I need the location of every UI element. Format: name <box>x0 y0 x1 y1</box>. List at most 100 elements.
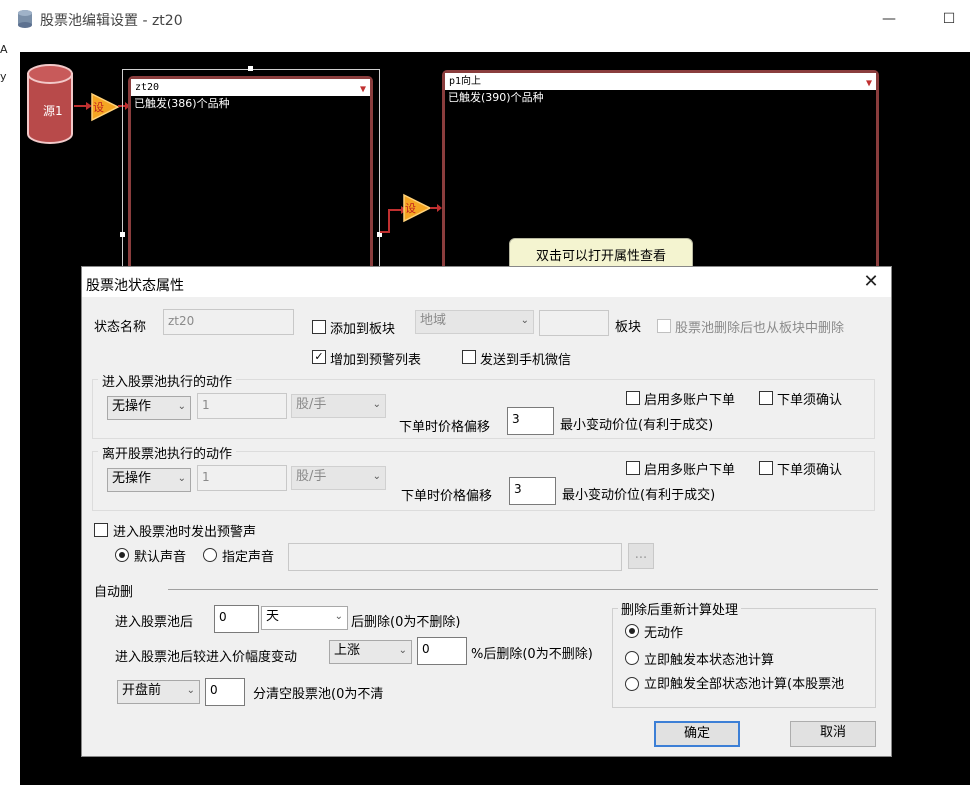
sound-file-input[interactable] <box>288 543 622 571</box>
exit-multi-account-checkbox[interactable] <box>626 461 640 475</box>
exit-unit-select[interactable]: 股/手 ⌄ <box>291 466 386 490</box>
dropdown-icon[interactable]: ▼ <box>360 81 366 98</box>
custom-sound-label: 指定声音 <box>222 550 275 565</box>
exit-group-title: 离开股票池执行的动作 <box>98 443 237 462</box>
chevron-down-icon: ⌄ <box>177 401 186 412</box>
exit-confirm-checkbox[interactable] <box>759 461 773 475</box>
divider <box>168 589 878 590</box>
exit-min-tick-label: 最小变动价位(有利于成交) <box>562 488 716 503</box>
default-sound-label: 默认声音 <box>134 550 187 565</box>
state-name-label: 状态名称 <box>94 320 147 335</box>
exit-qty-input[interactable]: 1 <box>197 465 287 491</box>
auto-delete-days-input[interactable]: 0 <box>214 605 259 633</box>
browse-button[interactable]: ... <box>628 543 654 569</box>
custom-sound-radio[interactable] <box>203 548 217 562</box>
enter-multi-account-label: 启用多账户下单 <box>644 393 736 408</box>
pool-header: p1向上 ▼ <box>445 73 876 90</box>
enter-confirm-checkbox[interactable] <box>759 391 773 405</box>
window-title: 股票池编辑设置 - zt20 <box>40 13 183 29</box>
auto-delete-direction-select[interactable]: 上涨 ⌄ <box>329 640 412 664</box>
pool-name: p1向上 <box>449 76 482 87</box>
recalc-none-radio[interactable] <box>625 624 639 638</box>
enter-price-offset-label: 下单时价格偏移 <box>399 420 491 435</box>
send-wechat-label: 发送到手机微信 <box>480 353 572 368</box>
chevron-down-icon: ⌄ <box>398 645 407 656</box>
add-to-warning-checkbox[interactable]: ✓ <box>312 350 326 364</box>
default-sound-radio[interactable] <box>115 548 129 562</box>
auto-delete-pct-suffix: %后删除(0为不删除) <box>471 647 593 662</box>
recalc-group-title: 删除后重新计算处理 <box>618 599 742 618</box>
add-to-block-checkbox[interactable] <box>312 320 326 334</box>
chevron-down-icon: ⌄ <box>520 315 529 326</box>
region-select-value: 地域 <box>420 313 447 328</box>
dropdown-icon[interactable]: ▼ <box>866 75 872 92</box>
send-wechat-checkbox[interactable] <box>462 350 476 364</box>
setter-label: 设 <box>405 202 416 215</box>
chevron-down-icon: ⌄ <box>372 399 381 410</box>
state-name-input[interactable]: zt20 <box>163 309 294 335</box>
dialog-titlebar: 股票池状态属性 ✕ <box>82 267 891 297</box>
clear-when-value: 开盘前 <box>122 683 162 698</box>
enter-confirm-label: 下单须确认 <box>777 393 843 408</box>
recalc-this-label: 立即触发本状态池计算 <box>644 653 775 668</box>
sound-alert-checkbox[interactable] <box>94 523 108 537</box>
auto-delete-unit-value: 天 <box>266 609 280 624</box>
pool-header: zt20 ▼ <box>131 79 370 96</box>
exit-action-value: 无操作 <box>112 471 152 486</box>
window-titlebar: 股票池编辑设置 - zt20 — ☐ <box>0 0 970 38</box>
exit-action-select[interactable]: 无操作 ⌄ <box>107 468 191 492</box>
source-label: 源1 <box>43 104 63 118</box>
exit-price-offset-input[interactable]: 3 <box>509 477 556 505</box>
enter-unit-select[interactable]: 股/手 ⌄ <box>291 394 386 418</box>
auto-delete-pct-input[interactable]: 0 <box>417 637 467 665</box>
auto-delete-unit-select[interactable]: 天 ⌄ <box>261 606 348 630</box>
chevron-down-icon: ⌄ <box>186 685 195 696</box>
enter-price-offset-input[interactable]: 3 <box>507 407 554 435</box>
minimize-button[interactable]: — <box>878 8 900 30</box>
left-strip-char: y <box>0 70 7 83</box>
chevron-down-icon: ⌄ <box>334 611 343 622</box>
block-input[interactable] <box>539 310 609 336</box>
add-to-block-label[interactable]: 添加到板块 <box>330 318 395 337</box>
auto-delete-change-label: 进入股票池后较进入价幅度变动 <box>115 650 298 665</box>
exit-multi-account-label: 启用多账户下单 <box>644 463 736 478</box>
cancel-button[interactable]: 取消 <box>790 721 876 747</box>
clear-minutes-suffix: 分清空股票池(0为不清 <box>253 687 384 702</box>
exit-confirm-label: 下单须确认 <box>777 463 843 478</box>
ok-button[interactable]: 确定 <box>654 721 740 747</box>
clear-minutes-input[interactable]: 0 <box>205 678 245 706</box>
recalc-all-label: 立即触发全部状态池计算(本股票池 <box>644 677 845 692</box>
left-edge-strip: A y <box>0 38 20 785</box>
pool-info: 已触发(386)个品种 <box>134 97 230 110</box>
enter-action-select[interactable]: 无操作 ⌄ <box>107 396 191 420</box>
region-select[interactable]: 地域 ⌄ <box>415 310 534 334</box>
dialog-title: 股票池状态属性 <box>86 278 184 294</box>
left-strip-char: A <box>0 43 8 56</box>
block-label: 板块 <box>615 320 642 335</box>
enter-min-tick-label: 最小变动价位(有利于成交) <box>560 418 714 433</box>
auto-delete-direction-value: 上涨 <box>334 643 361 658</box>
enter-qty-input[interactable]: 1 <box>197 393 287 419</box>
chevron-down-icon: ⌄ <box>177 473 186 484</box>
selection-handle[interactable] <box>120 232 125 237</box>
exit-unit-value: 股/手 <box>296 469 327 484</box>
delete-from-block-checkbox[interactable] <box>657 319 671 333</box>
delete-from-block-label: 股票池删除后也从板块中删除 <box>675 321 845 336</box>
database-icon <box>18 10 32 28</box>
enter-unit-value: 股/手 <box>296 397 327 412</box>
recalc-none-label: 无动作 <box>644 626 684 641</box>
setter-label: 设 <box>93 101 104 114</box>
close-icon[interactable]: ✕ <box>858 270 884 294</box>
pool-properties-dialog: 股票池状态属性 ✕ 状态名称 zt20 添加到板块 地域 ⌄ 板块 股票池删除后也… <box>81 266 892 757</box>
auto-delete-days-suffix: 后删除(0为不删除) <box>351 615 461 630</box>
recalc-this-radio[interactable] <box>625 651 639 665</box>
exit-price-offset-label: 下单时价格偏移 <box>401 489 493 504</box>
enter-multi-account-checkbox[interactable] <box>626 391 640 405</box>
maximize-button[interactable]: ☐ <box>938 8 960 30</box>
auto-delete-title: 自动删 <box>94 585 134 600</box>
chevron-down-icon: ⌄ <box>372 471 381 482</box>
clear-when-select[interactable]: 开盘前 ⌄ <box>117 680 200 704</box>
enter-action-value: 无操作 <box>112 399 152 414</box>
selection-handle[interactable] <box>248 66 253 71</box>
recalc-all-radio[interactable] <box>625 677 639 691</box>
